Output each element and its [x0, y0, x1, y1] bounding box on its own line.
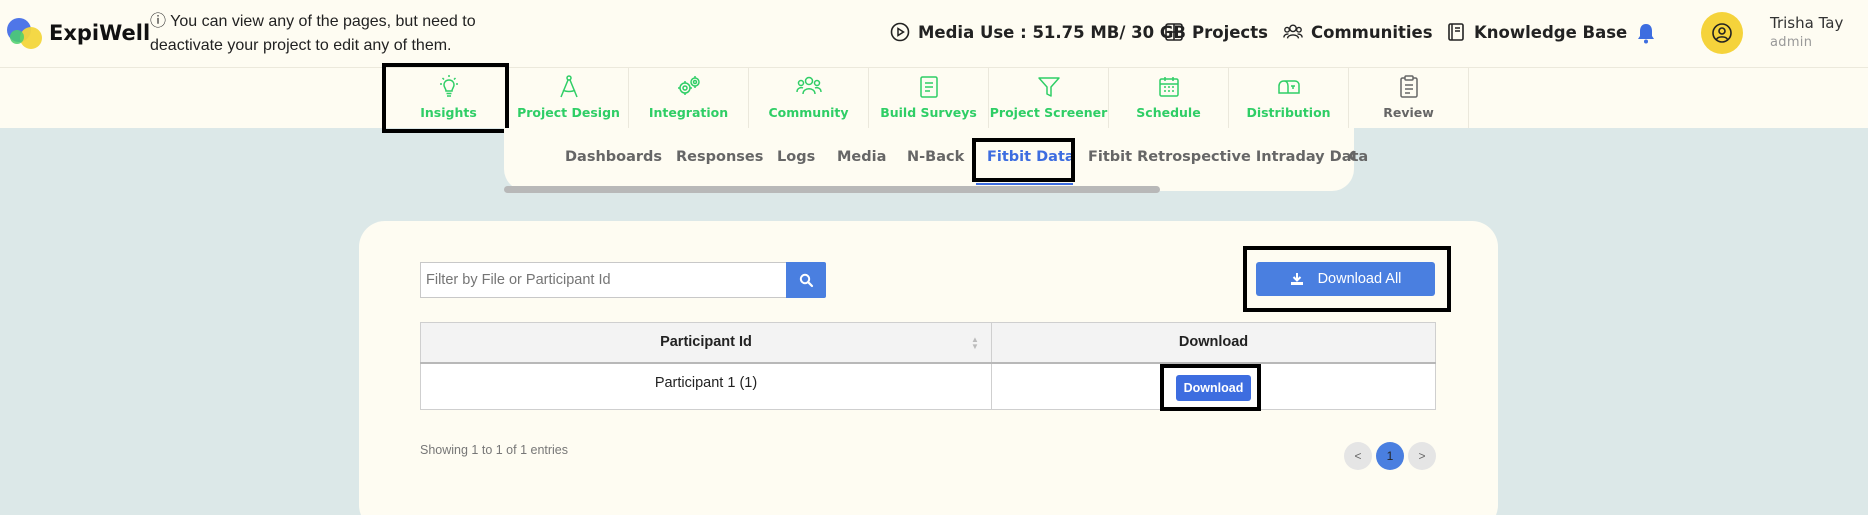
column-header-participant-id[interactable]: Participant Id ▲ ▼: [420, 322, 992, 364]
compass-icon: [560, 75, 578, 98]
subtab-fitbit-retrospective[interactable]: Fitbit Retrospective Intraday Data: [1088, 149, 1368, 165]
module-build-surveys[interactable]: Build Surveys: [869, 68, 989, 128]
nav-communities-label: Communities: [1311, 22, 1433, 42]
module-integration[interactable]: Integration: [629, 68, 749, 128]
nav-knowledge-base[interactable]: Knowledge Base: [1446, 22, 1627, 42]
pagination-prev[interactable]: <: [1344, 442, 1372, 470]
download-button[interactable]: Download: [1175, 374, 1252, 401]
user-role: admin: [1770, 35, 1813, 50]
subtab-scrollbar[interactable]: [504, 186, 1160, 193]
module-schedule[interactable]: Schedule: [1109, 68, 1229, 128]
nav-projects-label: Projects: [1192, 22, 1268, 42]
nav-communities[interactable]: Communities: [1283, 22, 1433, 42]
subtab-media[interactable]: Media: [837, 149, 886, 165]
document-icon: [920, 76, 938, 98]
module-project-screener-label: Project Screener: [989, 105, 1108, 120]
people-icon: [1283, 24, 1303, 39]
table-row: Participant 1 (1) Download: [420, 362, 1436, 410]
expiwell-logo[interactable]: [7, 18, 47, 50]
notice-text: You can view any of the pages, but need …: [150, 13, 476, 54]
calendar-icon: [1159, 77, 1179, 97]
grid-icon: [1165, 23, 1183, 41]
module-project-design[interactable]: Project Design: [509, 68, 629, 128]
column-header-download: Download: [991, 322, 1436, 364]
user-name[interactable]: Trisha Tay: [1770, 14, 1843, 32]
brand-name[interactable]: ExpiWell: [49, 21, 150, 45]
subtab-logs[interactable]: Logs: [777, 149, 815, 165]
user-circle-icon: [1712, 23, 1732, 43]
book-icon: [1448, 23, 1464, 41]
module-community[interactable]: Community: [749, 68, 869, 128]
subtab-overflow[interactable]: C: [1349, 149, 1354, 165]
entries-info: Showing 1 to 1 of 1 entries: [420, 443, 569, 457]
module-integration-label: Integration: [648, 105, 729, 120]
download-all-label: Download All: [1317, 271, 1402, 287]
read-only-notice: ⓘ You can view any of the pages, but nee…: [150, 10, 510, 58]
nav-knowledge-base-label: Knowledge Base: [1474, 22, 1628, 42]
media-use-label: Media Use : 51.75 MB/ 30 GB: [918, 22, 1186, 42]
participants-table: Participant Id ▲ ▼ Download Participant 1…: [420, 322, 1436, 410]
pagination-next[interactable]: >: [1408, 442, 1436, 470]
module-distribution-label: Distribution: [1246, 105, 1331, 120]
module-project-design-label: Project Design: [517, 105, 620, 120]
search-input[interactable]: [420, 262, 786, 298]
media-use[interactable]: Media Use : 51.75 MB/ 30 GB: [890, 22, 1186, 42]
info-icon: ⓘ: [150, 13, 167, 30]
module-schedule-label: Schedule: [1136, 105, 1201, 120]
module-insights-label: Insights: [420, 105, 477, 120]
search-icon: [799, 273, 813, 287]
notification-bell-icon[interactable]: [1636, 22, 1656, 44]
pagination-page-1[interactable]: 1: [1376, 442, 1404, 470]
subtab-responses[interactable]: Responses: [676, 149, 763, 165]
subtab-dashboards[interactable]: Dashboards: [565, 149, 662, 165]
subtab-n-back[interactable]: N-Back: [907, 149, 964, 165]
mailbox-icon: [1278, 80, 1300, 94]
download-cell: Download: [991, 362, 1436, 410]
play-circle-icon: [890, 22, 910, 42]
download-icon: [1290, 273, 1303, 285]
module-insights[interactable]: Insights: [389, 68, 509, 128]
column-participant-id-label: Participant Id: [660, 334, 752, 351]
module-build-surveys-label: Build Surveys: [880, 105, 977, 120]
lightbulb-icon: [440, 75, 458, 97]
participant-id-cell: Participant 1 (1): [420, 362, 992, 410]
users-icon: [796, 76, 822, 95]
gears-icon: [678, 76, 700, 95]
column-download-label: Download: [1178, 334, 1249, 351]
filter-icon: [1038, 77, 1060, 97]
module-community-label: Community: [768, 105, 849, 120]
nav-projects[interactable]: Projects: [1164, 22, 1268, 42]
subtab-fitbit-data[interactable]: Fitbit Data: [987, 149, 1075, 165]
module-distribution[interactable]: Distribution: [1229, 68, 1349, 128]
search-button[interactable]: [786, 262, 826, 298]
module-review[interactable]: Review: [1349, 68, 1469, 128]
avatar[interactable]: [1701, 12, 1743, 54]
module-project-screener[interactable]: Project Screener: [989, 68, 1109, 128]
module-review-label: Review: [1383, 105, 1434, 120]
clipboard-icon: [1400, 75, 1418, 98]
sort-icon[interactable]: ▲ ▼: [971, 336, 979, 351]
active-subtab-underline: [976, 183, 1073, 185]
download-all-button[interactable]: Download All: [1256, 262, 1435, 296]
